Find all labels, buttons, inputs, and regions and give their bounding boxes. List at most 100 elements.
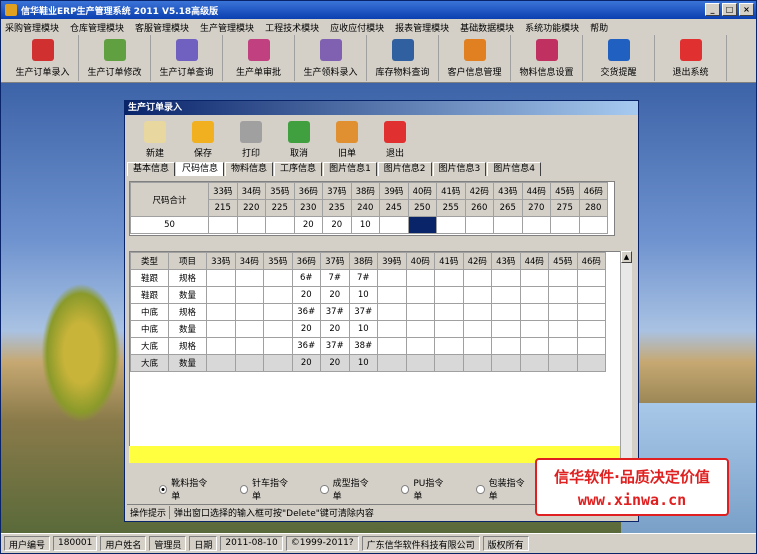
detail-cell[interactable] <box>434 269 464 287</box>
radio-dot[interactable] <box>320 484 329 494</box>
menu-item-1[interactable]: 仓库管理模块 <box>70 21 124 34</box>
detail-cell[interactable]: 10 <box>348 354 378 372</box>
detail-cell[interactable]: 36# <box>291 337 321 355</box>
detail-cell[interactable] <box>462 286 492 304</box>
detail-cell[interactable] <box>462 303 492 321</box>
toolbar-button-4[interactable]: 生产领料录入 <box>295 35 367 81</box>
detail-cell[interactable] <box>576 286 606 304</box>
detail-cell[interactable]: 37# <box>320 303 350 321</box>
detail-cell[interactable] <box>234 269 264 287</box>
detail-cell[interactable] <box>519 354 549 372</box>
toolbar-button-3[interactable]: 生产单审批 <box>223 35 295 81</box>
size-qty-cell[interactable] <box>550 216 580 234</box>
detail-cell[interactable] <box>434 303 464 321</box>
menu-item-5[interactable]: 应收应付模块 <box>330 21 384 34</box>
detail-cell[interactable] <box>263 286 293 304</box>
detail-cell[interactable] <box>263 269 293 287</box>
detail-cell[interactable]: 数量 <box>168 286 207 304</box>
detail-cell[interactable] <box>576 320 606 338</box>
tab-7[interactable]: 图片信息4 <box>487 162 541 176</box>
size-qty-cell[interactable] <box>436 216 466 234</box>
radio-dot[interactable] <box>159 484 168 494</box>
radio-dot[interactable] <box>476 484 485 494</box>
maximize-button[interactable]: □ <box>722 3 737 16</box>
detail-cell[interactable]: 大底 <box>130 337 169 355</box>
detail-cell[interactable] <box>491 320 521 338</box>
child-button-0[interactable]: 新建 <box>131 117 179 161</box>
detail-cell[interactable]: 20 <box>291 354 321 372</box>
detail-cell[interactable] <box>405 303 435 321</box>
detail-cell[interactable]: 数量 <box>168 354 207 372</box>
detail-cell[interactable] <box>519 286 549 304</box>
toolbar-button-9[interactable]: 退出系统 <box>655 35 727 81</box>
detail-cell[interactable] <box>576 303 606 321</box>
radio-option-4[interactable]: 包装指令单 <box>476 476 529 502</box>
detail-cell[interactable] <box>576 269 606 287</box>
detail-cell[interactable]: 数量 <box>168 320 207 338</box>
detail-cell[interactable] <box>206 337 236 355</box>
detail-cell[interactable]: 37# <box>320 337 350 355</box>
detail-cell[interactable]: 鞋跟 <box>130 269 169 287</box>
detail-cell[interactable]: 规格 <box>168 303 207 321</box>
detail-cell[interactable]: 鞋跟 <box>130 286 169 304</box>
toolbar-button-5[interactable]: 库存物料查询 <box>367 35 439 81</box>
size-qty-cell[interactable]: 20 <box>322 216 352 234</box>
detail-cell[interactable]: 20 <box>291 286 321 304</box>
detail-cell[interactable] <box>519 337 549 355</box>
size-qty-cell[interactable]: 10 <box>350 216 380 234</box>
menu-item-7[interactable]: 基础数据模块 <box>460 21 514 34</box>
detail-cell[interactable] <box>377 303 407 321</box>
detail-cell[interactable]: 20 <box>320 320 350 338</box>
menu-item-8[interactable]: 系统功能模块 <box>525 21 579 34</box>
menu-item-9[interactable]: 帮助 <box>590 21 608 34</box>
detail-cell[interactable]: 大底 <box>130 354 169 372</box>
detail-cell[interactable] <box>405 286 435 304</box>
detail-cell[interactable]: 36# <box>291 303 321 321</box>
size-total-value[interactable]: 50 <box>130 216 209 234</box>
detail-cell[interactable] <box>576 354 606 372</box>
toolbar-button-7[interactable]: 物料信息设置 <box>511 35 583 81</box>
radio-dot[interactable] <box>401 484 410 494</box>
detail-cell[interactable] <box>234 303 264 321</box>
detail-cell[interactable] <box>491 269 521 287</box>
detail-cell[interactable] <box>263 303 293 321</box>
detail-cell[interactable]: 37# <box>348 303 378 321</box>
detail-cell[interactable]: 规格 <box>168 269 207 287</box>
detail-cell[interactable] <box>434 286 464 304</box>
detail-cell[interactable] <box>491 303 521 321</box>
child-button-1[interactable]: 保存 <box>179 117 227 161</box>
radio-dot[interactable] <box>239 484 248 494</box>
detail-cell[interactable]: 10 <box>348 286 378 304</box>
detail-cell[interactable] <box>405 337 435 355</box>
detail-cell[interactable] <box>377 320 407 338</box>
size-qty-cell[interactable] <box>379 216 409 234</box>
toolbar-button-6[interactable]: 客户信息管理 <box>439 35 511 81</box>
tab-4[interactable]: 图片信息1 <box>323 162 377 176</box>
radio-option-0[interactable]: 靴料指令单 <box>159 476 212 502</box>
radio-option-1[interactable]: 针车指令单 <box>239 476 293 502</box>
detail-cell[interactable] <box>234 320 264 338</box>
detail-cell[interactable]: 规格 <box>168 337 207 355</box>
detail-cell[interactable] <box>434 320 464 338</box>
menu-item-6[interactable]: 报表管理模块 <box>395 21 449 34</box>
detail-cell[interactable] <box>462 269 492 287</box>
child-button-4[interactable]: 旧单 <box>323 117 371 161</box>
toolbar-button-1[interactable]: 生产订单修改 <box>79 35 151 81</box>
detail-cell[interactable] <box>519 320 549 338</box>
detail-cell[interactable] <box>405 320 435 338</box>
radio-option-3[interactable]: PU指令单 <box>401 476 448 502</box>
size-qty-cell[interactable] <box>521 216 551 234</box>
toolbar-button-2[interactable]: 生产订单查询 <box>151 35 223 81</box>
detail-cell[interactable] <box>206 354 236 372</box>
toolbar-button-8[interactable]: 交货提醒 <box>583 35 655 81</box>
detail-cell[interactable] <box>548 337 578 355</box>
table-row[interactable]: 大底 规格 36# 37# 38# <box>130 337 606 355</box>
detail-cell[interactable] <box>462 337 492 355</box>
detail-cell[interactable] <box>206 303 236 321</box>
vertical-scrollbar[interactable]: ▲ <box>620 251 632 463</box>
size-qty-cell[interactable] <box>578 216 608 234</box>
child-button-3[interactable]: 取消 <box>275 117 323 161</box>
detail-cell[interactable] <box>491 286 521 304</box>
size-qty-cell[interactable] <box>208 216 238 234</box>
tab-6[interactable]: 图片信息3 <box>432 162 487 176</box>
